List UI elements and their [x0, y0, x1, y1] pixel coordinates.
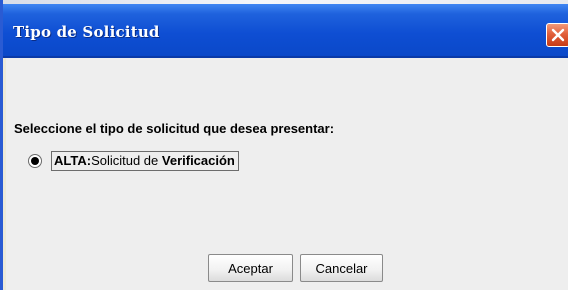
option-alta-row[interactable]: ALTA:Solicitud de Verificación: [28, 151, 239, 171]
cancel-button[interactable]: Cancelar: [300, 254, 383, 282]
dialog-window: Tipo de Solicitud Seleccione el tipo de …: [0, 0, 568, 290]
dialog-content: Seleccione el tipo de solicitud que dese…: [6, 58, 568, 290]
option-alta-label[interactable]: ALTA:Solicitud de Verificación: [51, 151, 239, 171]
close-button[interactable]: [546, 23, 568, 47]
prompt-label: Seleccione el tipo de solicitud que dese…: [14, 121, 335, 136]
window-title: Tipo de Solicitud: [13, 23, 160, 41]
option-middle: Solicitud de: [91, 153, 162, 168]
radio-selected-dot: [31, 157, 39, 165]
close-icon: [551, 28, 565, 42]
title-bar[interactable]: Tipo de Solicitud: [3, 4, 568, 58]
option-suffix: Verificación: [161, 153, 235, 168]
option-alta-radio[interactable]: [28, 154, 42, 168]
accept-button[interactable]: Aceptar: [208, 254, 293, 282]
option-prefix: ALTA:: [54, 153, 92, 168]
